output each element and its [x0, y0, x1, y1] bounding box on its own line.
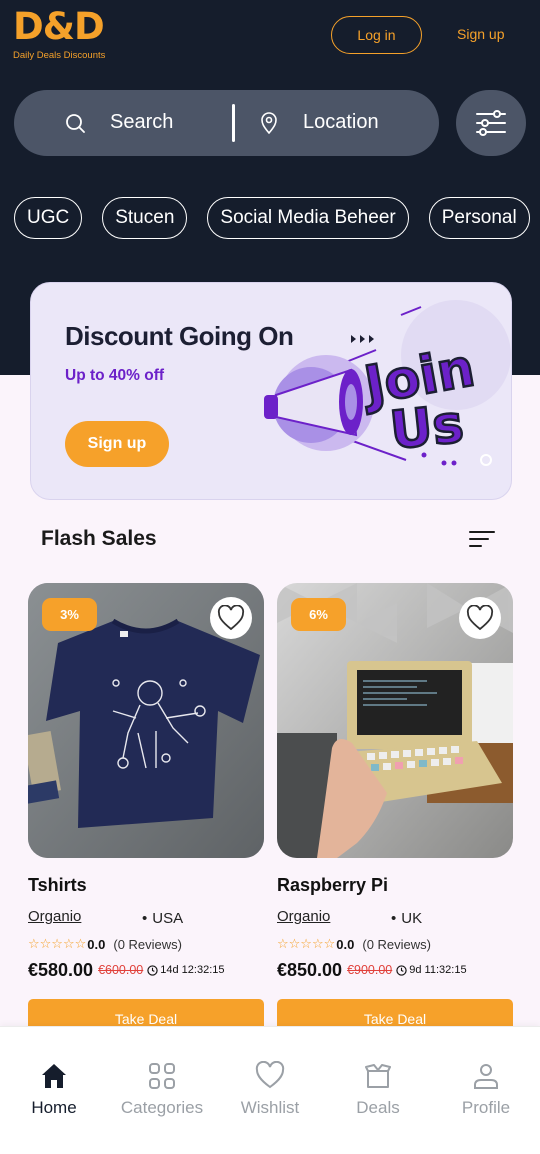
discount-badge: 3%	[42, 598, 97, 631]
deal-timer: 9d 11:32:15	[396, 964, 467, 976]
home-icon	[42, 1064, 66, 1088]
discount-badge: 6%	[291, 598, 346, 631]
banner-signup-button[interactable]: Sign up	[65, 421, 169, 467]
chip-social-media-beheer[interactable]: Social Media Beheer	[207, 197, 409, 239]
chip-personal[interactable]: Personal	[428, 197, 530, 239]
timer-text: 9d 11:32:15	[409, 964, 467, 976]
product-title[interactable]: Raspberry Pi	[277, 875, 513, 897]
nav-label: Profile	[461, 1098, 511, 1117]
wishlist-button[interactable]	[210, 597, 252, 639]
location-pin-icon	[261, 112, 277, 134]
logo-tagline: Daily Deals Discounts	[13, 50, 106, 61]
banner-subtitle: Up to 40% off	[65, 367, 165, 384]
product-image[interactable]: 6%	[277, 583, 513, 858]
current-price: €580.00	[28, 959, 94, 980]
current-price: €850.00	[277, 959, 343, 980]
product-card[interactable]: 3% Tshirts Organio • USA ☆☆☆☆☆ 0.0 (0 Rev…	[28, 583, 264, 1039]
nav-categories[interactable]: Categories	[108, 1061, 216, 1118]
category-chips: UGC Stucen Social Media Beheer Personal	[14, 197, 540, 240]
product-country: • UK	[391, 909, 423, 927]
heart-icon	[466, 605, 494, 631]
country-label: USA	[152, 909, 184, 927]
box-icon	[365, 1064, 391, 1088]
signup-link[interactable]: Sign up	[457, 26, 504, 42]
chip-ugc[interactable]: UGC	[14, 197, 83, 239]
heart-icon	[217, 605, 245, 631]
search-divider	[232, 104, 235, 142]
nav-deals[interactable]: Deals	[324, 1061, 432, 1118]
nav-profile[interactable]: Profile	[432, 1061, 540, 1118]
nav-wishlist[interactable]: Wishlist	[216, 1061, 324, 1118]
login-button[interactable]: Log in	[331, 16, 422, 54]
filter-sliders-icon	[476, 110, 506, 136]
us-text: Us	[387, 394, 466, 461]
review-count: (0 Reviews)	[362, 936, 431, 952]
logo-mark: D&D	[13, 5, 105, 48]
search-bar: Search Location	[14, 90, 439, 156]
location-input[interactable]: Location	[303, 111, 379, 134]
rating-value: 0.0	[87, 936, 106, 952]
nav-home[interactable]: Home	[0, 1061, 108, 1118]
product-title[interactable]: Tshirts	[28, 875, 264, 897]
join-us-illustration: Join Us	[264, 300, 511, 466]
clock-icon	[396, 964, 407, 976]
heart-icon	[255, 1061, 285, 1089]
deal-timer: 14d 12:32:15	[147, 964, 225, 976]
product-country: • USA	[142, 909, 184, 927]
wishlist-button[interactable]	[459, 597, 501, 639]
nav-label: Deals	[356, 1098, 400, 1117]
clock-icon	[147, 964, 158, 976]
original-price: €600.00	[98, 963, 144, 977]
chip-stucen[interactable]: Stucen	[102, 197, 188, 239]
star-rating-icon: ☆☆☆☆☆	[277, 936, 336, 951]
store-link[interactable]: Organio	[277, 908, 391, 928]
store-link[interactable]: Organio	[28, 908, 142, 928]
nav-label: Categories	[120, 1098, 204, 1117]
sort-icon[interactable]	[469, 529, 495, 549]
flash-sales-title: Flash Sales	[41, 527, 157, 550]
filter-button[interactable]	[456, 90, 526, 156]
timer-text: 14d 12:32:15	[160, 964, 225, 976]
grid-icon	[149, 1063, 175, 1089]
bottom-nav: Home Categories Wishlist Deals Profile	[0, 1026, 540, 1154]
star-rating-icon: ☆☆☆☆☆	[28, 936, 87, 951]
search-input[interactable]: Search	[110, 111, 173, 134]
promo-banner: Discount Going On Up to 40% off Sign up …	[30, 282, 512, 500]
review-count: (0 Reviews)	[113, 936, 182, 952]
product-image[interactable]: 3%	[28, 583, 264, 858]
country-label: UK	[401, 909, 423, 927]
brand-logo[interactable]: D&D Daily Deals Discounts	[13, 5, 106, 62]
nav-label: Home	[31, 1098, 77, 1117]
nav-label: Wishlist	[240, 1098, 300, 1117]
original-price: €900.00	[347, 963, 393, 977]
rating-value: 0.0	[336, 936, 355, 952]
user-icon	[474, 1064, 498, 1089]
search-icon	[66, 114, 85, 133]
product-card[interactable]: 6% Raspberry Pi Organio • UK ☆☆☆☆☆ 0.0 (0…	[277, 583, 513, 1039]
